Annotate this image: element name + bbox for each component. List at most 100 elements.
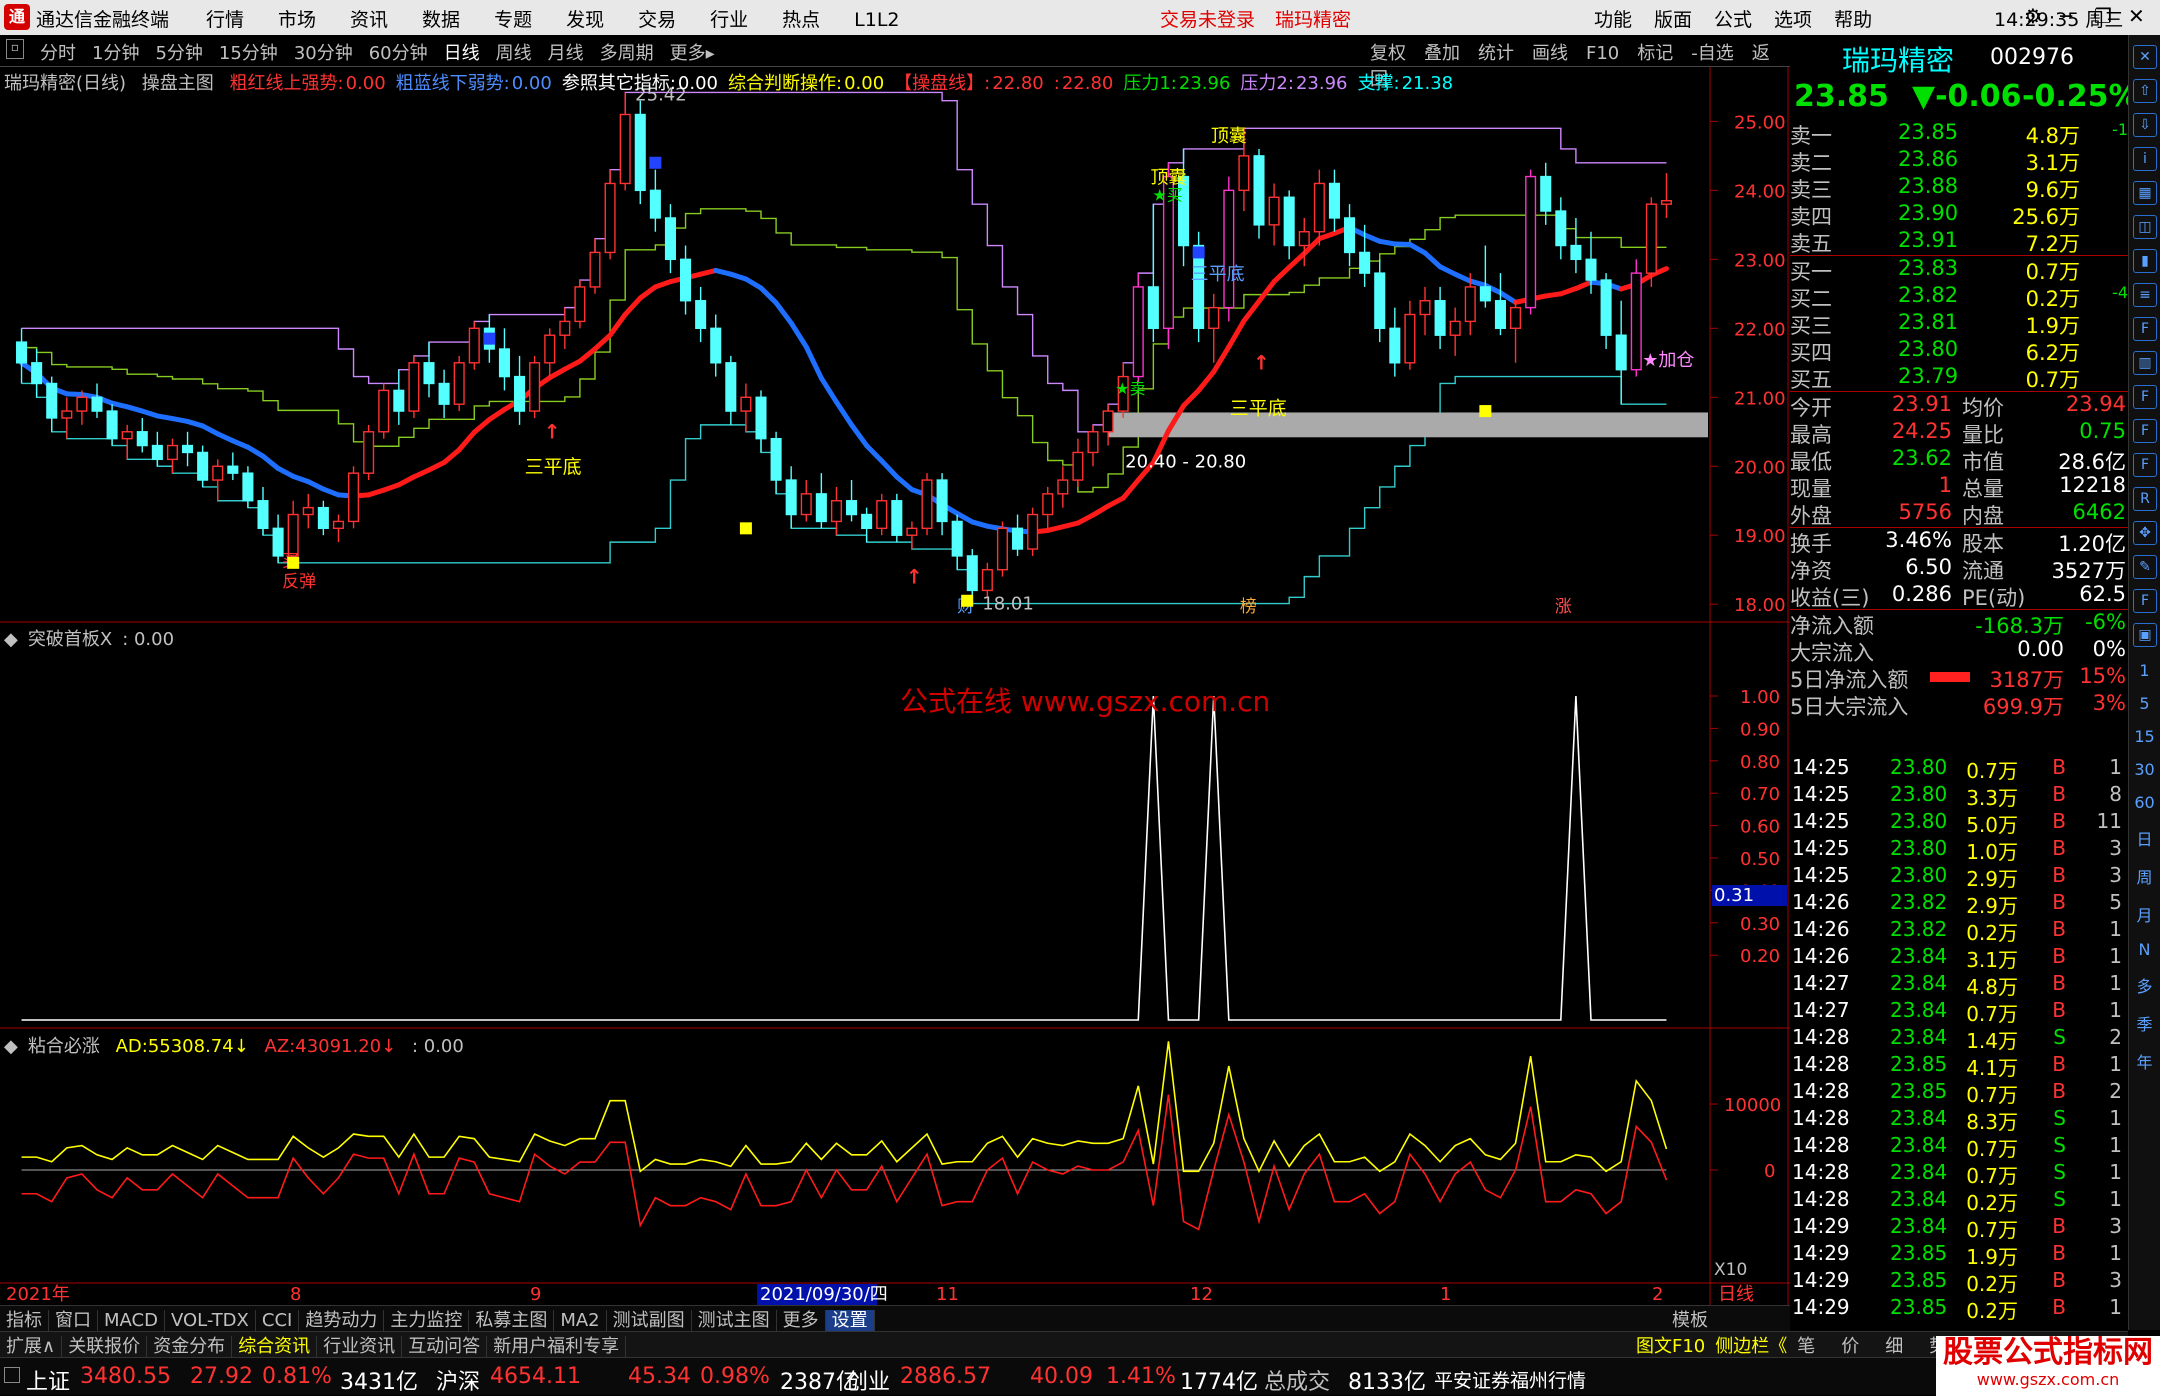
candle-body[interactable] [800,493,812,516]
candle-body[interactable] [61,410,73,419]
candle-body[interactable] [1645,203,1657,274]
candle-body[interactable] [136,431,148,447]
candle-body[interactable] [1525,175,1537,309]
candle-body[interactable] [514,375,526,412]
extension-right-button[interactable]: 侧边栏《 [1715,1336,1787,1357]
candle-body[interactable] [91,396,103,412]
fs-icon[interactable]: F [2133,589,2157,613]
candle-body[interactable] [876,500,888,530]
sidebar-period[interactable]: 月 [2129,902,2160,926]
right-menu-item[interactable]: 帮助 [1834,9,1872,31]
index-name[interactable]: 沪深 [436,1364,480,1396]
f2-icon[interactable]: F [2133,385,2157,409]
indicator1-title[interactable]: 突破首板X [28,629,112,650]
indicator-tab[interactable]: CCI [255,1310,300,1331]
candle-body[interactable] [227,465,239,474]
candle-body[interactable] [1359,251,1371,274]
chart-area[interactable]: 25.0024.0023.0022.0021.0020.0019.0018.00… [0,0,1790,1305]
settings-icon[interactable]: ⚙ [2024,4,2042,28]
candle-body[interactable] [695,300,707,330]
candle-body[interactable] [1072,451,1084,481]
candle-body[interactable] [1223,189,1235,309]
indicator-tab[interactable]: 指标 [0,1310,49,1331]
candle-body[interactable] [936,479,948,523]
sidebar-period[interactable]: 15 [2129,727,2160,746]
extension-right-button[interactable]: 笔 [1797,1336,1815,1357]
candle-body[interactable] [498,348,510,378]
indicator-tab[interactable]: 私募主图 [469,1310,555,1331]
candle-body[interactable] [921,479,933,530]
candle-body[interactable] [31,362,43,385]
indicator-tab[interactable]: MA2 [554,1310,607,1331]
candle-body[interactable] [664,217,676,261]
list-icon[interactable]: ≡ [2133,283,2157,307]
candle-body[interactable] [1374,272,1386,330]
info-icon[interactable]: i [2133,147,2157,171]
candle-body[interactable] [1298,231,1310,247]
candle-body[interactable] [302,506,314,516]
candle-body[interactable] [1147,286,1159,330]
candle-body[interactable] [1027,513,1039,550]
candle-body[interactable] [1132,286,1144,378]
candle-body[interactable] [1328,182,1340,219]
candle-body[interactable] [423,362,435,385]
extension-tab[interactable]: 扩展∧ [0,1336,63,1357]
candle-body[interactable] [634,113,646,192]
chart-icon[interactable]: ◫ [2133,215,2157,239]
candle-body[interactable] [317,506,329,530]
f10-icon[interactable]: F [2133,317,2157,341]
candle-body[interactable] [906,527,918,536]
up-arrow-icon[interactable]: ⇧ [2133,79,2157,103]
extension-right-button[interactable]: 图文F10 [1636,1336,1705,1357]
extension-right-button[interactable]: 价 [1841,1336,1859,1357]
template-button[interactable]: 模板 [1666,1310,1714,1331]
status-toggle-icon[interactable] [4,1367,20,1383]
candle-body[interactable] [830,500,842,523]
sidebar-period[interactable]: 季 [2129,1011,2160,1035]
candle-body[interactable] [891,500,903,536]
candle-body[interactable] [846,500,858,516]
candle-body[interactable] [574,286,586,323]
rsi-icon[interactable]: R [2133,487,2157,511]
candle-body[interactable] [393,389,405,412]
candle-body[interactable] [1042,493,1054,516]
candle-body[interactable] [1464,286,1476,323]
candle-body[interactable] [1313,182,1325,233]
index-name[interactable]: 创业 [846,1364,890,1396]
candle-body[interactable] [348,472,360,523]
candle-body[interactable] [1434,300,1446,336]
indicator-tab[interactable]: 测试主图 [691,1310,777,1331]
candle-body[interactable] [242,472,254,502]
sidebar-period[interactable]: N [2129,940,2160,959]
candle-body[interactable] [1057,479,1069,495]
candle-body[interactable] [182,444,194,454]
candle-body[interactable] [1253,155,1265,226]
candle-body[interactable] [1570,244,1582,261]
candle-body[interactable] [649,189,661,219]
candle-body[interactable] [151,444,163,461]
close-icon[interactable]: ✕ [2128,4,2145,28]
indicator-tab[interactable]: 测试副图 [606,1310,692,1331]
candle-body[interactable] [76,396,88,412]
candle-body[interactable] [1344,217,1356,254]
f3-icon[interactable]: F [2133,419,2157,443]
candle-body[interactable] [619,113,631,185]
candle-body[interactable] [1479,286,1491,302]
candle-body[interactable] [1630,272,1642,371]
extension-tab[interactable]: 资金分布 [147,1336,233,1357]
candle-body[interactable] [815,493,827,523]
candle-body[interactable] [981,569,993,592]
candle-body[interactable] [1494,300,1506,330]
extension-tab[interactable]: 关联报价 [62,1336,148,1357]
candle-body[interactable] [1404,313,1416,364]
candle-body[interactable] [46,382,58,419]
down-arrow-icon[interactable]: ⇩ [2133,113,2157,137]
candle-body[interactable] [1660,200,1672,205]
candle-body[interactable] [861,513,873,530]
bar-icon[interactable]: ▥ [2133,351,2157,375]
candle-body[interactable] [378,389,390,433]
candle-body[interactable] [725,362,737,412]
candle-body[interactable] [951,520,963,557]
candle-body[interactable] [1540,175,1552,212]
sidebar-period[interactable]: 60 [2129,793,2160,812]
